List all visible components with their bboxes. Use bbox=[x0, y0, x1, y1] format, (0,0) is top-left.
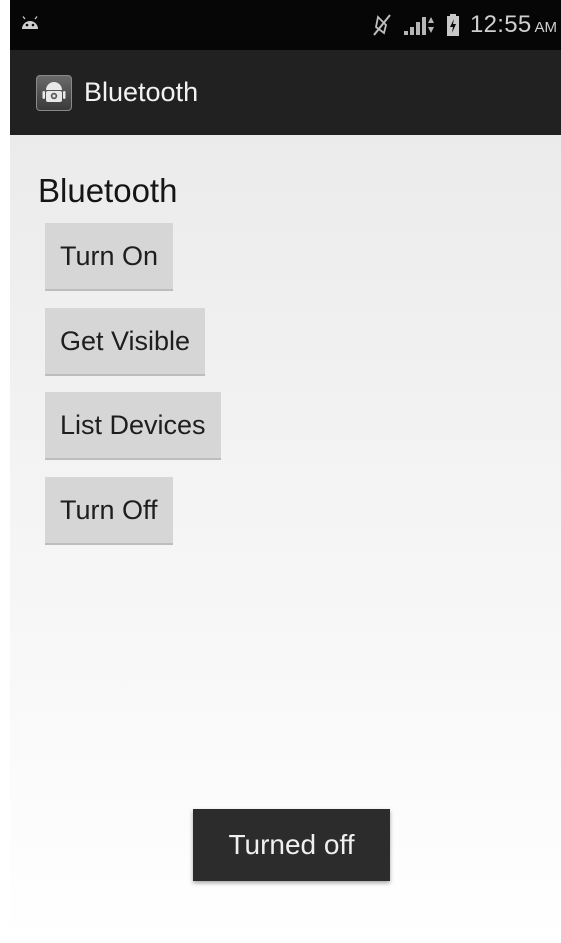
get-visible-button[interactable]: Get Visible bbox=[45, 308, 206, 376]
toast-message: Turned off bbox=[193, 809, 390, 881]
status-bar: 12:55 AM bbox=[10, 0, 561, 50]
android-robot-icon bbox=[42, 81, 66, 102]
list-devices-button[interactable]: List Devices bbox=[45, 392, 221, 460]
action-bar: Bluetooth bbox=[10, 50, 561, 135]
mute-icon bbox=[373, 14, 391, 36]
app-android-icon[interactable] bbox=[36, 74, 72, 111]
turn-on-button[interactable]: Turn On bbox=[45, 223, 174, 291]
page-heading: Bluetooth bbox=[38, 172, 178, 209]
signal-icon bbox=[403, 17, 434, 35]
battery-charging-icon bbox=[446, 14, 459, 36]
status-ampm: AM bbox=[534, 19, 558, 36]
app-title: Bluetooth bbox=[84, 77, 199, 107]
status-time: 12:55 bbox=[469, 11, 532, 38]
turn-off-button[interactable]: Turn Off bbox=[45, 477, 173, 545]
status-icons: 12:55 AM bbox=[372, 0, 557, 50]
android-debug-icon bbox=[22, 16, 38, 29]
